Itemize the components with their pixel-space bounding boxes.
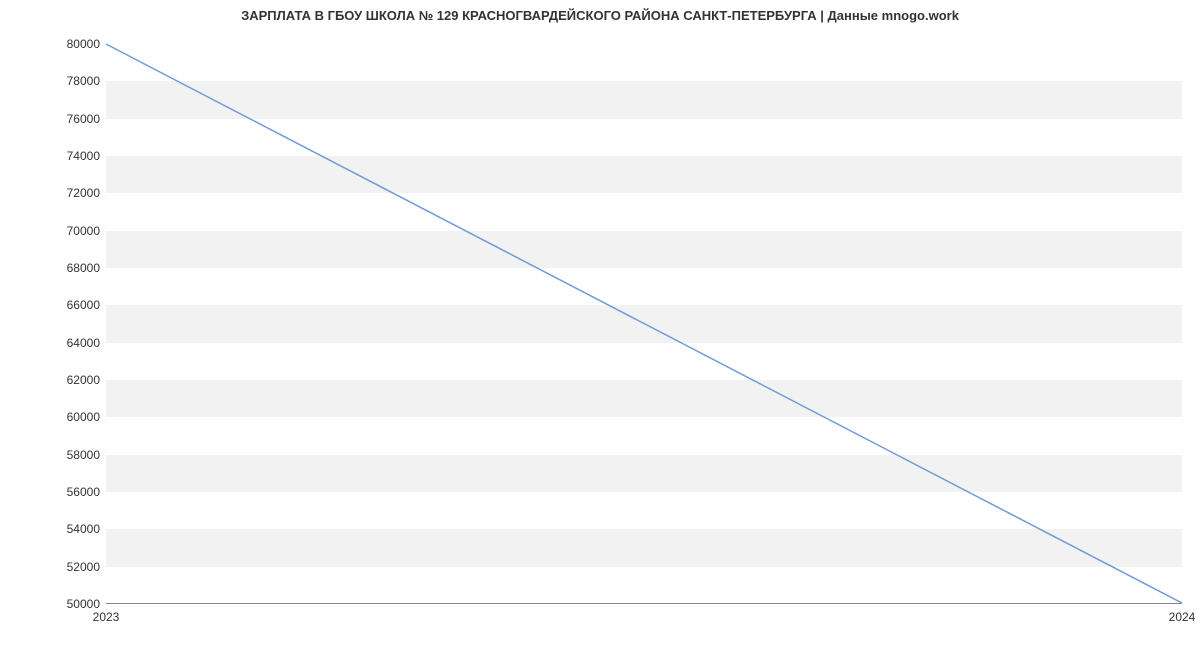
x-tick-label: 2023 — [93, 610, 120, 624]
chart-title: ЗАРПЛАТА В ГБОУ ШКОЛА № 129 КРАСНОГВАРДЕ… — [0, 8, 1200, 23]
y-tick-label: 52000 — [10, 560, 100, 574]
y-tick-label: 76000 — [10, 112, 100, 126]
y-tick-label: 74000 — [10, 149, 100, 163]
y-tick-label: 62000 — [10, 373, 100, 387]
y-tick-label: 66000 — [10, 298, 100, 312]
line-layer — [106, 44, 1182, 603]
y-tick-label: 70000 — [10, 224, 100, 238]
y-tick-label: 56000 — [10, 485, 100, 499]
plot-area — [106, 44, 1182, 604]
y-tick-label: 78000 — [10, 74, 100, 88]
y-tick-label: 58000 — [10, 448, 100, 462]
y-tick-label: 50000 — [10, 597, 100, 611]
y-tick-label: 64000 — [10, 336, 100, 350]
y-tick-label: 54000 — [10, 522, 100, 536]
x-tick-label: 2024 — [1169, 610, 1196, 624]
y-tick-label: 80000 — [10, 37, 100, 51]
chart-container: ЗАРПЛАТА В ГБОУ ШКОЛА № 129 КРАСНОГВАРДЕ… — [0, 0, 1200, 650]
y-tick-label: 72000 — [10, 186, 100, 200]
series-line — [106, 44, 1182, 603]
y-tick-label: 60000 — [10, 410, 100, 424]
y-tick-label: 68000 — [10, 261, 100, 275]
